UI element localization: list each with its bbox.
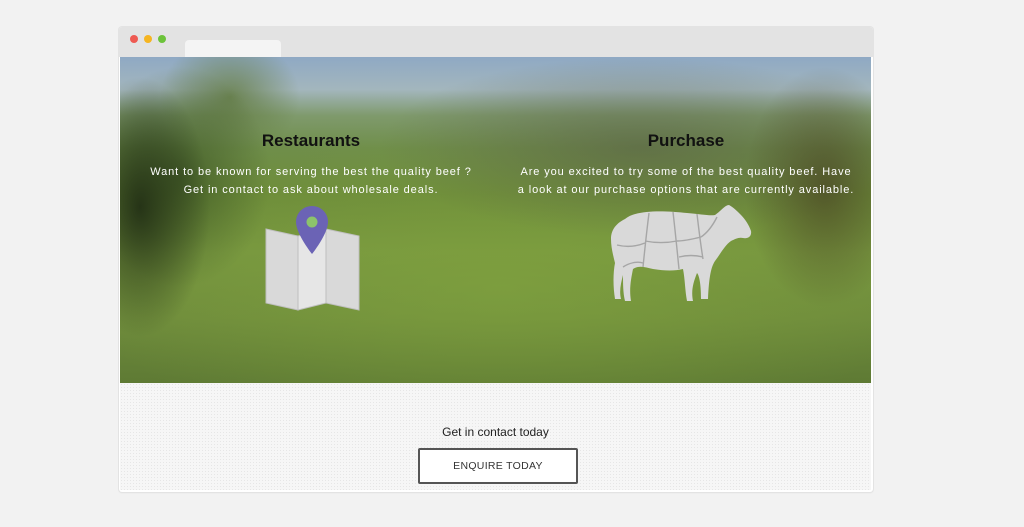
purchase-desc-line-1: Are you excited to try some of the best … — [520, 166, 852, 178]
enquire-today-button[interactable]: ENQUIRE TODAY — [418, 448, 578, 484]
restaurants-desc-line-2: Get in contact to ask about wholesale de… — [183, 184, 439, 196]
purchase-desc-line-2: a look at our purchase options that are … — [517, 184, 855, 196]
restaurants-description: Want to be known for serving the best th… — [126, 163, 496, 199]
browser-tab[interactable] — [185, 40, 281, 57]
cow-icon — [611, 205, 752, 301]
close-window-button[interactable] — [130, 35, 138, 43]
minimize-window-button[interactable] — [144, 35, 152, 43]
maximize-window-button[interactable] — [158, 35, 166, 43]
map-pin-icon — [265, 206, 360, 311]
purchase-title: Purchase — [647, 131, 725, 150]
restaurants-desc-line-1: Want to be known for serving the best th… — [150, 166, 472, 178]
restaurants-title: Restaurants — [261, 131, 361, 150]
browser-window: Restaurants Want to be known for serving… — [119, 27, 873, 492]
purchase-description: Are you excited to try some of the best … — [501, 163, 871, 199]
browser-title-bar — [119, 27, 873, 57]
contact-prompt: Get in contact today — [442, 425, 549, 439]
hero-section: Restaurants Want to be known for serving… — [120, 57, 871, 383]
contact-section: Get in contact today ENQUIRE TODAY — [120, 383, 871, 490]
